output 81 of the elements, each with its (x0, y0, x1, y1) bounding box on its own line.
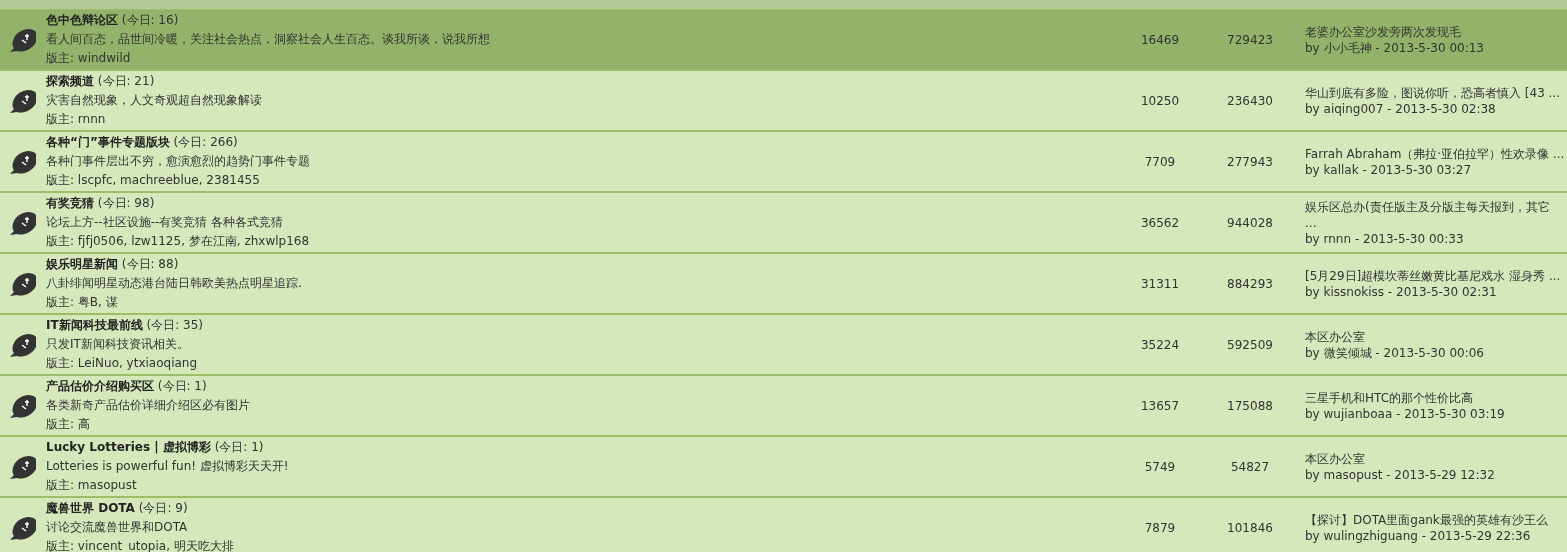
forum-description: 各类新奇产品估价详细介绍区必有图片 (46, 398, 250, 412)
today-count: (今日: 16) (121, 13, 179, 27)
post-count: 101846 (1227, 520, 1273, 535)
topic-count: 7709 (1144, 154, 1176, 169)
forum-description: 论坛上方--社区设施--有奖竞猜 各种各式竞猜 (46, 215, 284, 229)
today-count: (今日: 1) (157, 379, 207, 393)
today-count: (今日: 88) (121, 257, 179, 271)
forum-description: 各种门事件层出不穷，愈演愈烈的趋势门事件专题 (46, 154, 310, 168)
forum-row[interactable]: 色中色辩论区 (今日: 16) 看人间百态，品世间冷暖，关注社会热点，洞察社会人生百态。谈我所谈，说我所想 版主: windwild 16469 729423 老婆办公室沙发旁两次发现毛 by 小小毛神 - 2013-5-30 00:13 (0, 10, 1567, 71)
moderators: 版主: masopust (46, 478, 137, 492)
topic-count: 7879 (1144, 520, 1176, 535)
forum-title[interactable]: 色中色辩论区 (46, 13, 118, 27)
forum-title[interactable]: 娱乐明星新闻 (46, 257, 118, 271)
last-post-title[interactable]: 本区办公室 (1305, 329, 1365, 344)
topic-count: 5749 (1144, 459, 1176, 474)
today-count: (今日: 266) (173, 135, 238, 149)
post-count: 944028 (1227, 215, 1273, 230)
moderators: 版主: LeiNuo, ytxiaoqiang (46, 356, 198, 370)
forum-title[interactable]: 有奖竞猜 (46, 196, 94, 210)
last-post-title[interactable]: 三星手机和HTC的那个性价比高 (1305, 390, 1474, 405)
post-count: 277943 (1227, 154, 1273, 169)
moderators: 版主: lscpfc, machreeblue, 2381455 (46, 173, 260, 187)
last-post-byline: by aiqing007 - 2013-5-30 02:38 (1305, 101, 1496, 116)
forum-description: 灾害自然现象，人文奇观超自然现象解读 (46, 93, 262, 107)
last-post-title[interactable]: 本区办公室 (1305, 451, 1365, 466)
forum-description: 八卦绯闻明星动态港台陆日韩欧美热点明星追踪. (46, 276, 302, 290)
forum-title[interactable]: 探索频道 (46, 74, 94, 88)
last-post-title[interactable]: 娱乐区总办(责任版主及分版主每天报到，其它 (1305, 199, 1550, 214)
forum-title[interactable]: IT新闻科技最前线 (46, 318, 143, 332)
forum-title[interactable]: Lucky Lotteries | 虚拟博彩 (46, 440, 211, 454)
forum-row[interactable]: Lucky Lotteries | 虚拟博彩 (今日: 1) Lotteries is powerful fun! 虚拟博彩天天开! 版主: masopust 5749 54827 本区办公室 by masopust - 2013-5-29 12:32 (0, 437, 1567, 498)
forum-description: 讨论交流魔兽世界和DOTA (46, 520, 188, 534)
last-post-byline: by wujianboaa - 2013-5-30 03:19 (1305, 406, 1505, 421)
moderators: 版主: windwild (46, 51, 131, 65)
moderators: 版主: 粤B, 谋 (46, 295, 118, 309)
topic-count: 31311 (1140, 276, 1180, 291)
last-post-title[interactable]: [5月29日]超模坎蒂丝嫩黄比基尼戏水 湿身秀 ... (1305, 268, 1561, 283)
post-count: 884293 (1227, 276, 1273, 291)
topic-count: 13657 (1140, 398, 1180, 413)
last-post-byline: by masopust - 2013-5-29 12:32 (1305, 467, 1495, 482)
last-post-byline: by 微笑倾城 - 2013-5-30 00:06 (1305, 345, 1484, 360)
last-post-title[interactable]: ... (1305, 215, 1317, 230)
moderators: 版主: fjfj0506, lzw1125, 梦在江南, zhxwlp168 (46, 234, 310, 248)
forum-description: Lotteries is powerful fun! 虚拟博彩天天开! (46, 459, 289, 473)
last-post-title[interactable]: 老婆办公室沙发旁两次发现毛 (1305, 24, 1461, 39)
last-post-title[interactable]: Farrah Abraham（弗拉·亚伯拉罕）性欢录像 ... (1305, 146, 1565, 161)
post-count: 236430 (1227, 93, 1273, 108)
last-post-byline: by rnnn - 2013-5-30 00:33 (1305, 231, 1464, 246)
post-count: 729423 (1227, 32, 1273, 47)
forum-row[interactable]: 娱乐明星新闻 (今日: 88) 八卦绯闻明星动态港台陆日韩欧美热点明星追踪. 版主: 粤B, 谋 31311 884293 [5月29日]超模坎蒂丝嫩黄比基尼戏水 湿身秀 ... by kissnokiss - 2013-5-30 02:31 (0, 254, 1567, 315)
forum-row[interactable]: 探索频道 (今日: 21) 灾害自然现象，人文奇观超自然现象解读 版主: rnnn 10250 236430 华山到底有多险，图说你听，恐高者慎入 [43 ... by aiqing007 - 2013-5-30 02:38 (0, 71, 1567, 132)
forum-row[interactable]: 产品估价介绍购买区 (今日: 1) 各类新奇产品估价详细介绍区必有图片 版主: 高 13657 175088 三星手机和HTC的那个性价比高 by wujianboaa - 2013-5-30 03:19 (0, 376, 1567, 437)
forum-title[interactable]: 魔兽世界 DOTA (46, 501, 135, 515)
forum-row[interactable]: 各种“门”事件专题版块 (今日: 266) 各种门事件层出不穷，愈演愈烈的趋势门事件专题 版主: lscpfc, machreeblue, 2381455 7709 277943 Farrah Abraham（弗拉·亚伯拉罕）性欢录像 ... by kallak - 2013-5-30 03:27 (0, 132, 1567, 193)
moderators: 版主: 高 (46, 417, 90, 431)
today-count: (今日: 98) (97, 196, 155, 210)
forum-row[interactable]: IT新闻科技最前线 (今日: 35) 只发IT新闻科技资讯相关。 版主: LeiNuo, ytxiaoqiang 35224 592509 本区办公室 by 微笑倾城 - 2013-5-30 00:06 (0, 315, 1567, 376)
moderators: 版主: vincent_utopia, 明天吃大排 (46, 539, 234, 552)
post-count: 54827 (1230, 459, 1270, 474)
forum-description: 只发IT新闻科技资讯相关。 (46, 337, 189, 351)
last-post-title[interactable]: 华山到底有多险，图说你听，恐高者慎入 [43 ... (1305, 85, 1561, 100)
topic-count: 10250 (1140, 93, 1180, 108)
forum-row[interactable]: 有奖竞猜 (今日: 98) 论坛上方--社区设施--有奖竞猜 各种各式竞猜 版主: fjfj0506, lzw1125, 梦在江南, zhxwlp168 36562 944028 娱乐区总办(责任版主及分版主每天报到，其它 ... by rnnn - 2013-5-30 00:33 (0, 193, 1567, 254)
topic-count: 36562 (1140, 215, 1180, 230)
topic-count: 35224 (1140, 337, 1180, 352)
last-post-title[interactable]: 【探讨】DOTA里面gank最强的英雄有沙王么 (1305, 512, 1548, 527)
last-post-byline: by kallak - 2013-5-30 03:27 (1305, 162, 1472, 177)
post-count: 175088 (1227, 398, 1273, 413)
forum-title[interactable]: 各种“门”事件专题版块 (46, 135, 170, 149)
today-count: (今日: 35) (146, 318, 203, 332)
last-post-byline: by wulingzhiguang - 2013-5-29 22:36 (1305, 528, 1531, 543)
today-count: (今日: 9) (138, 501, 188, 515)
post-count: 592509 (1227, 337, 1273, 352)
today-count: (今日: 21) (97, 74, 155, 88)
last-post-byline: by 小小毛神 - 2013-5-30 00:13 (1305, 40, 1484, 55)
topic-count: 16469 (1140, 32, 1180, 47)
today-count: (今日: 1) (214, 440, 264, 454)
moderators: 版主: rnnn (46, 112, 106, 126)
last-post-byline: by kissnokiss - 2013-5-30 02:31 (1305, 284, 1497, 299)
forum-description: 看人间百态，品世间冷暖，关注社会热点，洞察社会人生百态。谈我所谈，说我所想 (46, 32, 490, 46)
forum-title[interactable]: 产品估价介绍购买区 (46, 379, 154, 393)
